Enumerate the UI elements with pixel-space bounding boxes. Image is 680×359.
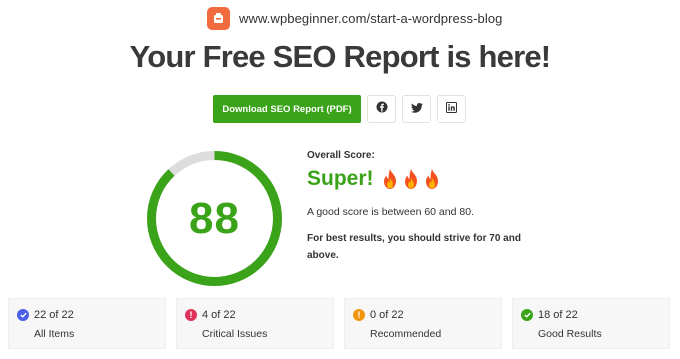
- report-actions: Download SEO Report (PDF): [213, 95, 466, 123]
- facebook-icon: [376, 100, 388, 118]
- fire-emoji: [425, 169, 438, 189]
- stat-card-recommended[interactable]: ! 0 of 22 Recommended: [344, 298, 502, 349]
- score-verdict: Super!: [307, 166, 547, 192]
- score-gauge: 88: [146, 150, 283, 287]
- score-range-text: A good score is between 60 and 80.: [307, 206, 474, 218]
- fire-emoji: [383, 169, 396, 189]
- stat-label: Recommended: [370, 328, 442, 340]
- stat-count: 18 of 22: [538, 309, 578, 321]
- stat-label: Good Results: [538, 328, 602, 340]
- share-linkedin-button[interactable]: [437, 95, 466, 123]
- stat-label: Critical Issues: [202, 328, 268, 340]
- share-twitter-button[interactable]: [402, 95, 431, 123]
- url-bar: www.wpbeginner.com/start-a-wordpress-blo…: [207, 6, 502, 30]
- verdict-text: Super!: [307, 167, 374, 190]
- stat-label: All Items: [34, 328, 75, 340]
- share-facebook-button[interactable]: [367, 95, 396, 123]
- exclamation-circle-icon: !: [353, 309, 365, 321]
- page-title: Your Free SEO Report is here!: [129, 39, 551, 74]
- score-value: 88: [189, 193, 240, 243]
- score-summary: Overall Score: Super! A good score is be…: [307, 150, 547, 264]
- stat-card-good-results[interactable]: 18 of 22 Good Results: [512, 298, 670, 349]
- stat-count: 22 of 22: [34, 309, 74, 321]
- twitter-icon: [410, 100, 423, 118]
- stat-card-all-items[interactable]: 22 of 22 All Items: [8, 298, 166, 349]
- page-url[interactable]: www.wpbeginner.com/start-a-wordpress-blo…: [239, 11, 502, 26]
- flame-icons: [380, 168, 443, 190]
- fire-emoji: [404, 169, 417, 189]
- exclamation-circle-icon: !: [185, 309, 197, 321]
- stat-card-critical-issues[interactable]: ! 4 of 22 Critical Issues: [176, 298, 334, 349]
- check-circle-icon: [521, 309, 533, 321]
- wpbeginner-logo-icon: [207, 6, 230, 30]
- overall-score-label: Overall Score:: [307, 150, 375, 161]
- score-advice-text: For best results, you should strive for …: [307, 233, 521, 261]
- check-circle-icon: [17, 309, 29, 321]
- stat-count: 4 of 22: [202, 309, 236, 321]
- download-report-button[interactable]: Download SEO Report (PDF): [213, 95, 361, 123]
- stats-row: 22 of 22 All Items ! 4 of 22 Critical Is…: [8, 298, 670, 349]
- stat-count: 0 of 22: [370, 309, 404, 321]
- linkedin-icon: [446, 100, 457, 118]
